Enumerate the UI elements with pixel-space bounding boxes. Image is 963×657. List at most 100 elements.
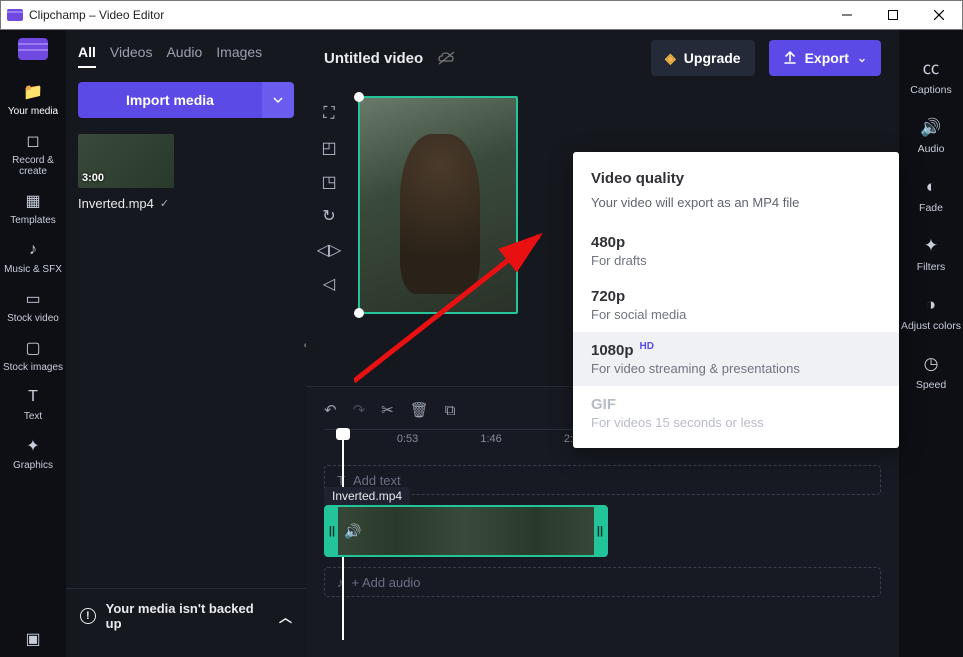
- add-audio-placeholder[interactable]: ♪ + Add audio: [324, 567, 881, 597]
- rail-record-create[interactable]: ◻ Record & create: [0, 125, 66, 183]
- graphics-icon: ✦: [22, 436, 44, 456]
- export-option-gif[interactable]: GIF For videos 15 seconds or less: [573, 386, 899, 440]
- prop-filters[interactable]: ✦Filters: [899, 228, 963, 281]
- prop-audio[interactable]: 🔊 Audio: [899, 110, 963, 163]
- prop-label: Audio: [918, 143, 945, 155]
- cloud-off-icon[interactable]: [437, 50, 457, 66]
- check-icon: ✓: [160, 197, 169, 210]
- tab-all[interactable]: All: [78, 44, 96, 68]
- minimize-button[interactable]: [824, 0, 870, 30]
- hd-badge: HD: [640, 341, 654, 352]
- rail-label: Stock video: [7, 313, 59, 324]
- import-media-button[interactable]: Import media: [78, 82, 262, 118]
- tab-audio[interactable]: Audio: [166, 44, 202, 68]
- upgrade-button[interactable]: ◈ Upgrade: [651, 40, 755, 76]
- text-icon: T: [22, 387, 44, 407]
- rail-label: Text: [24, 411, 42, 422]
- thumbnail-filename: Inverted.mp4: [78, 196, 154, 211]
- rotate-icon[interactable]: ↻: [315, 204, 343, 228]
- import-media-dropdown[interactable]: [262, 82, 294, 118]
- media-panel: All Videos Audio Images Import media 3:0…: [66, 30, 306, 657]
- rail-graphics[interactable]: ✦ Graphics: [0, 430, 66, 477]
- center-area: Untitled video ◈ Upgrade Export ⌄ ⛶ ◰ ◳ …: [306, 30, 899, 657]
- window-titlebar: Clipchamp – Video Editor: [0, 0, 963, 30]
- rail-label: Record & create: [0, 155, 66, 177]
- gem-icon: ◈: [665, 50, 676, 67]
- flip-h-icon[interactable]: ◁▷: [315, 238, 343, 262]
- maximize-button[interactable]: [870, 0, 916, 30]
- fit-icon[interactable]: ⛶: [315, 102, 343, 126]
- briefcase-icon: ▣: [22, 629, 44, 649]
- volume-icon[interactable]: 🔊: [344, 523, 361, 540]
- export-option-1080p[interactable]: 1080pHD For video streaming & presentati…: [573, 332, 899, 386]
- video-preview[interactable]: [358, 96, 518, 314]
- clip-handle-right[interactable]: ||: [594, 507, 606, 555]
- prop-label: Speed: [916, 379, 946, 391]
- tab-videos[interactable]: Videos: [110, 44, 153, 68]
- templates-icon: ▦: [22, 191, 44, 211]
- prop-speed[interactable]: ◷ Speed: [899, 346, 963, 399]
- backup-warning-bar[interactable]: ! Your media isn't backed up ︿: [66, 588, 306, 643]
- popover-subtitle: Your video will export as an MP4 file: [573, 195, 899, 224]
- close-button[interactable]: [916, 0, 962, 30]
- option-desc: For drafts: [591, 253, 881, 268]
- video-clip[interactable]: || 🔊 ||: [324, 505, 608, 557]
- scissors-icon[interactable]: ✂: [381, 401, 394, 419]
- export-option-480p[interactable]: 480p For drafts: [573, 224, 899, 278]
- option-title: 1080p HD: [591, 342, 881, 359]
- app-logo-icon[interactable]: [18, 38, 48, 60]
- audio-track: ♪ + Add audio: [324, 567, 881, 597]
- folder-icon: 📁: [22, 82, 44, 102]
- placeholder-label: Add text: [353, 473, 401, 488]
- clipchamp-logo-icon: [7, 9, 23, 21]
- rail-music-sfx[interactable]: ♪Music & SFX: [0, 234, 66, 281]
- preview-content: [400, 134, 480, 294]
- export-button[interactable]: Export ⌄: [769, 40, 881, 76]
- chevron-up-icon: ︿: [279, 607, 292, 626]
- speaker-icon: 🔊: [920, 118, 941, 138]
- crop-icon[interactable]: ◰: [315, 136, 343, 160]
- clip-handle-left[interactable]: ||: [326, 507, 338, 555]
- speed-icon: ◷: [924, 354, 939, 374]
- prop-fade[interactable]: ◐Fade: [899, 169, 963, 222]
- captions-icon: ㏄: [923, 54, 940, 79]
- properties-rail: ㏄Captions 🔊 Audio ◐Fade ✦Filters ◑Adjust …: [899, 30, 963, 657]
- rail-text[interactable]: T Text: [0, 381, 66, 428]
- resize-handle[interactable]: [354, 92, 364, 102]
- topbar: Untitled video ◈ Upgrade Export ⌄: [306, 30, 899, 86]
- pip-icon[interactable]: ◳: [315, 170, 343, 194]
- preview-stage: ⛶ ◰ ◳ ↻ ◁▷ ◁ Video quality Your video wi…: [306, 86, 899, 386]
- rail-templates[interactable]: ▦Templates: [0, 185, 66, 232]
- left-rail: 📁Your media ◻Record & create ▦Templates …: [0, 30, 66, 657]
- undo-button[interactable]: ↶: [324, 401, 337, 419]
- tab-images[interactable]: Images: [216, 44, 262, 68]
- redo-button[interactable]: ↷: [353, 401, 366, 419]
- option-desc: For videos 15 seconds or less: [591, 415, 881, 430]
- fade-icon: ◐: [926, 177, 936, 197]
- trash-icon[interactable]: 🗑: [410, 401, 429, 419]
- tick-label: 1:46: [480, 433, 501, 445]
- option-title: 720p: [591, 288, 881, 305]
- rail-your-media[interactable]: 📁 Your media: [0, 76, 66, 123]
- media-thumbnail[interactable]: 3:00 Inverted.mp4 ✓: [78, 134, 174, 211]
- camera-icon: ◻: [22, 131, 44, 151]
- rail-stock-video[interactable]: ▭Stock video: [0, 283, 66, 330]
- resize-handle[interactable]: [354, 308, 364, 318]
- placeholder-label: + Add audio: [352, 575, 421, 590]
- media-tabs: All Videos Audio Images: [78, 44, 294, 68]
- chevron-down-icon: ⌄: [857, 51, 867, 65]
- prop-adjust-colors[interactable]: ◑Adjust colors: [899, 287, 963, 340]
- rail-label: Your media: [8, 106, 58, 117]
- option-title-text: 1080p: [591, 342, 634, 359]
- duplicate-icon[interactable]: ⧉: [445, 402, 456, 419]
- flip-v-icon[interactable]: ◁: [315, 272, 343, 296]
- project-title[interactable]: Untitled video: [324, 50, 423, 67]
- rail-label: Graphics: [13, 460, 53, 471]
- rail-brand-kit[interactable]: ▣: [0, 623, 66, 657]
- option-title: GIF: [591, 396, 881, 413]
- prop-captions[interactable]: ㏄Captions: [899, 46, 963, 104]
- contrast-icon: ◑: [926, 295, 936, 315]
- rail-stock-images[interactable]: ▢Stock images: [0, 332, 66, 379]
- export-option-720p[interactable]: 720p For social media: [573, 278, 899, 332]
- backup-message: Your media isn't backed up: [106, 601, 269, 631]
